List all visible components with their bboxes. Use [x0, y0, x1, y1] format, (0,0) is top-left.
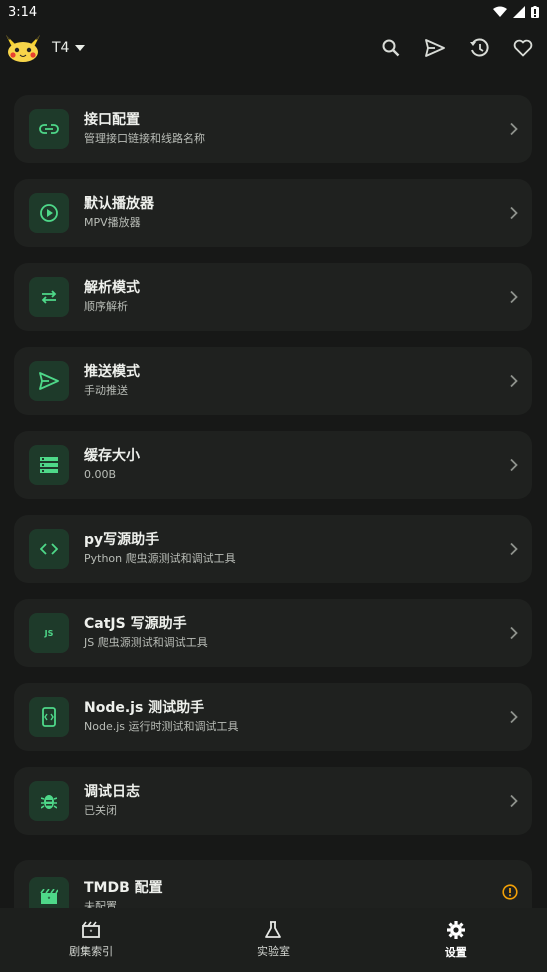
settings-item-icon: [29, 445, 69, 485]
settings-item-subtitle: 0.00B: [84, 468, 117, 481]
wifi-icon: [493, 6, 507, 17]
bottom-navigation: 剧集索引 实验室 设置: [0, 908, 547, 972]
movie-index-icon: [82, 921, 101, 938]
settings-item-push-mode[interactable]: 推送模式 手动推送: [14, 347, 532, 415]
nav-item-episode-index[interactable]: 剧集索引: [31, 921, 151, 959]
nav-item-settings[interactable]: 设置: [396, 920, 516, 960]
link-icon: [39, 124, 59, 134]
favorites-button[interactable]: [509, 34, 537, 62]
chevron-right-icon: [510, 710, 518, 724]
settings-item-api-config[interactable]: 接口配置 管理接口链接和线路名称: [14, 95, 532, 163]
nav-item-lab[interactable]: 实验室: [213, 921, 333, 959]
bug-icon: [41, 795, 57, 809]
history-button[interactable]: [465, 34, 493, 62]
settings-item-subtitle: Node.js 运行时测试和调试工具: [84, 720, 239, 733]
chevron-right-icon: [510, 542, 518, 556]
send-icon: [39, 372, 59, 390]
nav-label: 剧集索引: [69, 945, 114, 958]
settings-item-title: 调试日志: [84, 784, 140, 800]
settings-item-title: CatJS 写源助手: [84, 616, 187, 632]
settings-item-subtitle: Python 爬虫源测试和调试工具: [84, 552, 236, 565]
chevron-right-icon: [510, 626, 518, 640]
settings-item-title: Node.js 测试助手: [84, 700, 205, 716]
gear-icon: [446, 921, 465, 939]
chevron-right-icon: [510, 458, 518, 472]
app-bar-actions: [377, 34, 537, 62]
phone-code-icon: [42, 707, 56, 727]
code-icon: [40, 543, 58, 555]
settings-item-subtitle: 顺序解析: [84, 300, 128, 313]
settings-item-subtitle: 手动推送: [84, 384, 128, 397]
settings-item-title: 推送模式: [84, 364, 140, 380]
signal-icon: [513, 6, 525, 18]
settings-item-title: TMDB 配置: [84, 880, 163, 896]
app-bar: T4: [0, 24, 547, 72]
settings-item-nodejs-helper[interactable]: Node.js 测试助手 Node.js 运行时测试和调试工具: [14, 683, 532, 751]
play-circle-icon: [40, 204, 58, 222]
search-button[interactable]: [377, 34, 405, 62]
settings-list: 接口配置 管理接口链接和线路名称 默认播放器 MPV播放器 解析模式 顺序解析 …: [14, 95, 532, 920]
status-icons: [493, 6, 539, 18]
storage-icon: [40, 457, 58, 473]
source-selector[interactable]: T4: [52, 40, 86, 56]
chevron-right-icon: [510, 122, 518, 136]
settings-item-cache-size[interactable]: 缓存大小 0.00B: [14, 431, 532, 499]
nav-label: 设置: [444, 946, 467, 959]
settings-item-icon: [29, 697, 69, 737]
chevron-right-icon: [510, 290, 518, 304]
settings-item-title: 接口配置: [84, 112, 140, 128]
chevron-right-icon: [510, 206, 518, 220]
chevron-right-icon: [510, 794, 518, 808]
settings-item-title: 缓存大小: [84, 448, 140, 464]
push-button[interactable]: [421, 34, 449, 62]
settings-item-debug-log[interactable]: 调试日志 已关闭: [14, 767, 532, 835]
history-icon: [470, 38, 489, 57]
settings-item-icon: JS: [29, 613, 69, 653]
app-logo: [4, 33, 42, 63]
dropdown-caret-icon: [75, 45, 86, 51]
settings-item-icon: [29, 277, 69, 317]
flask-icon: [265, 921, 282, 938]
settings-item-subtitle: 管理接口链接和线路名称: [84, 132, 205, 145]
status-bar: 3:14: [0, 0, 547, 24]
settings-item-icon: [29, 193, 69, 233]
settings-item-title: 默认播放器: [84, 196, 154, 212]
chevron-right-icon: [510, 374, 518, 388]
app-title: T4: [52, 40, 70, 56]
settings-item-icon: [29, 529, 69, 569]
settings-item-catjs-helper[interactable]: JS CatJS 写源助手 JS 爬虫源测试和调试工具: [14, 599, 532, 667]
settings-item-parse-mode[interactable]: 解析模式 顺序解析: [14, 263, 532, 331]
settings-item-py-helper[interactable]: py写源助手 Python 爬虫源测试和调试工具: [14, 515, 532, 583]
settings-item-subtitle: JS 爬虫源测试和调试工具: [84, 636, 208, 649]
nav-label: 实验室: [256, 945, 290, 958]
settings-item-icon: [29, 109, 69, 149]
search-icon: [382, 39, 400, 57]
settings-item-subtitle: 已关闭: [84, 804, 117, 817]
heart-icon: [513, 39, 533, 57]
battery-icon: [531, 6, 539, 18]
settings-item-title: 解析模式: [84, 280, 140, 296]
settings-item-icon: [29, 781, 69, 821]
swap-arrows-icon: [41, 290, 57, 304]
movie-icon: [40, 889, 58, 904]
settings-item-subtitle: MPV播放器: [84, 216, 141, 229]
settings-item-title: py写源助手: [84, 532, 160, 548]
send-icon: [425, 39, 445, 57]
settings-item-icon: [29, 361, 69, 401]
js-icon: JS: [44, 628, 54, 638]
warning-icon: [502, 884, 518, 900]
status-time: 3:14: [8, 4, 38, 20]
settings-item-default-player[interactable]: 默认播放器 MPV播放器: [14, 179, 532, 247]
